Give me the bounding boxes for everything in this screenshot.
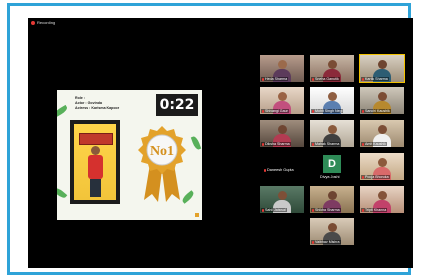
figure-head — [91, 146, 100, 155]
participant-tile[interactable]: Vaibhav Mishra — [310, 218, 354, 245]
leaf-decoration — [190, 135, 202, 151]
participant-initial-avatar[interactable]: D — [323, 155, 341, 173]
participant-name-label: Divya Joshi — [320, 175, 339, 179]
participant-name: Sneha Ganutik — [315, 77, 339, 81]
mic-muted-icon — [264, 168, 266, 172]
participant-name: Shikha Sharma — [315, 208, 340, 212]
participant-tile-video-off[interactable]: Daneesh Gupta — [264, 168, 294, 172]
mic-muted-icon — [312, 109, 314, 113]
mic-muted-icon — [262, 77, 264, 81]
record-icon — [31, 20, 35, 25]
participant-name: Pooja Bhoruka — [365, 175, 389, 179]
participant-name: Kartik Sharma — [365, 77, 388, 81]
mic-muted-icon — [312, 142, 314, 146]
shared-screen-slide: Role : Actor : Govinda Actress : Karisma… — [57, 90, 202, 220]
participant-name: Amit Kaushik — [365, 142, 386, 146]
participant-tile[interactable]: Sneha Ganutik — [310, 55, 354, 82]
mic-muted-icon — [262, 142, 264, 146]
participant-tile[interactable]: Shivangi Gaur — [260, 87, 304, 114]
participant-tile[interactable]: Pooja Bhoruka — [360, 153, 404, 180]
keyboard-prop — [79, 133, 113, 145]
badge-text: No1 — [150, 144, 174, 159]
participant-tile[interactable]: Sanchi Kaushik — [360, 87, 404, 114]
participant-tile[interactable]: Tripti Khanna — [360, 186, 404, 213]
participant-name: Divya Joshi — [320, 175, 340, 179]
countdown-timer: 0:22 — [156, 94, 198, 116]
mic-muted-icon — [312, 240, 314, 244]
participant-name: Vaibhav Mishra — [315, 240, 340, 244]
mic-muted-icon — [312, 77, 314, 81]
mic-muted-icon — [262, 109, 264, 113]
actress-line: Actress : Karisma Kapoor — [75, 106, 120, 110]
figure-legs — [90, 179, 101, 197]
participant-name: Daneesh Gupta — [267, 168, 294, 172]
mic-muted-icon — [362, 208, 364, 212]
participant-tile-active-speaker[interactable]: Kartik Sharma — [359, 54, 405, 83]
participant-name: Heda Sharma — [265, 77, 288, 81]
leaf-decoration — [57, 104, 69, 118]
participant-tile[interactable]: Diksha Sharma — [260, 120, 304, 147]
participant-name: Mohit Singh Negi — [315, 109, 343, 113]
meeting-window: Recording Role : Actor : Govinda Actress… — [28, 18, 413, 268]
actor-photo-card — [70, 120, 120, 204]
participant-tile[interactable]: Mahak Sharma — [310, 120, 354, 147]
leaf-decoration — [57, 186, 68, 200]
participant-tile[interactable]: Sahil Jaiswal — [260, 186, 304, 213]
number-one-badge-icon: No1 — [138, 126, 186, 202]
participant-name: Diksha Sharma — [265, 142, 290, 146]
mic-muted-icon — [262, 208, 264, 212]
participant-name: Tripti Khanna — [365, 208, 387, 212]
participant-tile[interactable]: Mohit Singh Negi — [310, 87, 354, 114]
screenshot-frame: Recording Role : Actor : Govinda Actress… — [7, 3, 413, 275]
participant-name: Sahil Jaiswal — [265, 208, 286, 212]
participant-tile[interactable]: Amit Kaushik — [360, 120, 404, 147]
recording-indicator[interactable]: Recording — [31, 20, 55, 25]
participant-tile[interactable]: Heda Sharma — [260, 55, 304, 82]
participant-tile[interactable]: Shikha Sharma — [310, 186, 354, 213]
mic-muted-icon — [312, 208, 314, 212]
recording-label: Recording — [37, 20, 56, 25]
actor-photo — [74, 124, 116, 200]
mic-muted-icon — [362, 109, 364, 113]
mic-muted-icon — [362, 142, 364, 146]
slide-corner-mark — [195, 213, 199, 217]
participant-name: Mahak Sharma — [315, 142, 340, 146]
mic-muted-icon — [362, 77, 364, 81]
slide-role-text: Role : Actor : Govinda Actress : Karisma… — [75, 96, 119, 111]
participant-name: Sanchi Kaushik — [365, 109, 390, 113]
figure-body — [88, 155, 103, 179]
mic-muted-icon — [362, 175, 364, 179]
participant-name: Shivangi Gaur — [265, 109, 288, 113]
